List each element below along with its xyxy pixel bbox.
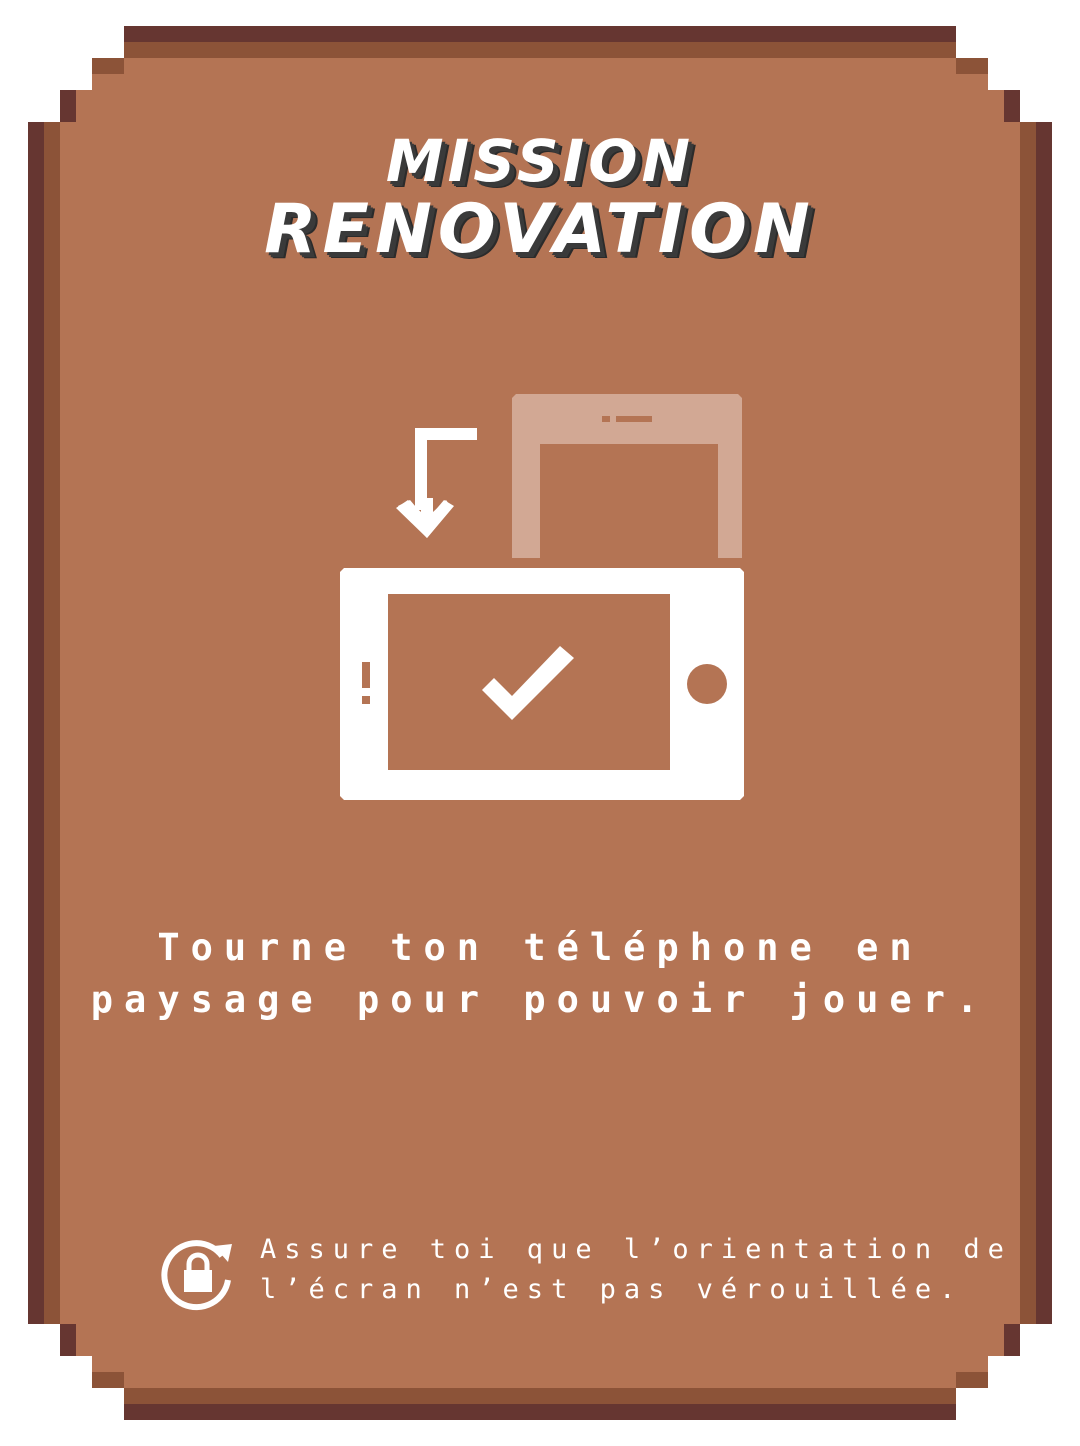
hint-line-2: l’écran n’est pas vérouillée.: [260, 1274, 964, 1305]
portrait-phone-icon: [512, 394, 742, 558]
rotate-instruction: Tourne ton téléphone en paysage pour pou…: [0, 922, 1080, 1026]
rotation-lock-icon: [161, 1240, 232, 1311]
hint-line-1: Assure toi que l’orientation de: [260, 1234, 1012, 1265]
orientation-lock-hint-text: Assure toi que l’orientation de l’écran …: [260, 1230, 1012, 1310]
landscape-phone-icon: [340, 568, 744, 800]
orientation-lock-hint: Assure toi que l’orientation de l’écran …: [160, 1230, 1020, 1320]
rotate-instruction-line-1: Tourne ton téléphone en: [157, 926, 923, 969]
rotate-instruction-line-2: paysage pour pouvoir jouer.: [90, 978, 990, 1021]
rotation-arrow-icon: [396, 428, 477, 538]
